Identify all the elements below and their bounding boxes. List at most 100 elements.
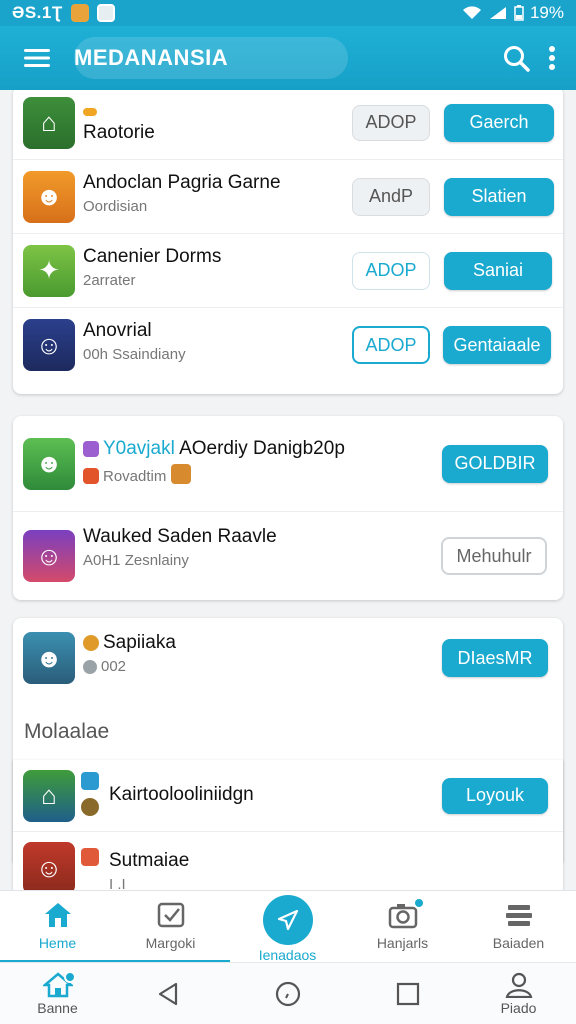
- tab-hanjarls[interactable]: Hanjarls: [345, 891, 460, 963]
- app-subtitle: A0H1 Zesnlainy: [83, 552, 189, 569]
- bottom-tab-bar: Heme Margoki Ienadaos Hanjarls Baiaden: [0, 890, 576, 963]
- app-name: Sapiiaka: [103, 632, 176, 653]
- list-item[interactable]: ☺ Anovrial 00h Ssaindiany ADOP Gentaiaal…: [13, 308, 563, 382]
- app-name: Wauked Saden Raavle: [83, 526, 277, 547]
- system-navigation: Banne Piado: [0, 962, 576, 1024]
- app-title: MEDANANSIA: [74, 45, 229, 70]
- primary-action-button[interactable]: DIaesMR: [442, 639, 548, 677]
- game-icon: ☺: [23, 319, 75, 371]
- checkbox-icon: [157, 902, 184, 928]
- cell-signal-icon: [489, 7, 506, 19]
- nav-overview-button[interactable]: [350, 963, 465, 1024]
- primary-action-button[interactable]: Loyouk: [442, 777, 548, 814]
- status-bar: ƏS.1Ʈ 19%: [0, 0, 576, 26]
- game-icon: ⌂: [23, 769, 75, 822]
- primary-action-button[interactable]: GOLDBIR: [442, 444, 548, 483]
- list-item[interactable]: ☻ Sapiiaka 002 DIaesMR: [13, 618, 563, 698]
- badge-icon: [83, 441, 99, 457]
- app-subtitle: 00h Ssaindiany: [83, 346, 186, 363]
- flame-icon: [83, 468, 99, 484]
- app-bar: MEDANANSIA: [0, 26, 576, 90]
- app-name: AOerdiy Danigb20p: [179, 438, 345, 459]
- tab-label: Hanjarls: [376, 935, 429, 951]
- app-name: Andoclan Pagria Garne: [83, 172, 281, 193]
- app-name: Canenier Dorms: [83, 246, 222, 267]
- app-name: Anovrial: [83, 320, 152, 341]
- game-thumb-icon: [170, 464, 191, 484]
- game-icon: ☺: [23, 530, 75, 582]
- list-item[interactable]: ☺ Wauked Saden Raavle A0H1 Zesnlainy Meh…: [13, 512, 563, 600]
- tab-home[interactable]: Heme: [0, 891, 115, 963]
- game-icon: ☻: [23, 437, 75, 490]
- tab-label: Ienadaos: [258, 947, 317, 963]
- nav-home-label: Banne: [37, 1000, 78, 1016]
- app-subtitle: 2arrater: [83, 272, 136, 289]
- list-item[interactable]: ☻ Y0avjakl AOerdiy Danigb20p Rovadtim GO…: [13, 416, 563, 512]
- adop-button[interactable]: ADOP: [352, 251, 430, 290]
- list-item[interactable]: ☻ Andoclan Pagria Garne Oordisian AndP S…: [13, 160, 563, 234]
- coin-icon: [83, 635, 99, 651]
- title-box: MEDANANSIA: [74, 37, 348, 79]
- primary-action-button[interactable]: Saniai: [444, 251, 552, 290]
- home-icon: [44, 903, 71, 927]
- search-icon[interactable]: [502, 44, 530, 72]
- game-icon: ✦: [23, 244, 75, 297]
- app-name: Raotorie: [83, 122, 155, 143]
- app-name: Sutmaiae: [109, 850, 190, 871]
- content-area: ⌂ Raotorie ADOP Gaerch ☻ Andoclan Pagria…: [0, 90, 576, 890]
- status-time: ƏS.1Ʈ: [12, 3, 63, 22]
- battery-percent: 19%: [529, 3, 564, 22]
- app-subtitle: I .I: [109, 876, 126, 890]
- list-item[interactable]: ☺ Sutmaiae I .I: [13, 832, 563, 890]
- tab-label: Baiaden: [492, 935, 545, 951]
- game-icon: ☻: [23, 170, 75, 223]
- back-triangle-icon: [158, 982, 177, 1006]
- hamburger-icon: [24, 49, 50, 67]
- adop-button[interactable]: ADOP: [352, 104, 430, 141]
- send-icon: [277, 909, 298, 931]
- adop-button[interactable]: AndP: [352, 177, 430, 216]
- app-list-card: ⌂ Raotorie ADOP Gaerch ☻ Andoclan Pagria…: [13, 90, 563, 394]
- nav-profile-label: Piado: [500, 1000, 537, 1016]
- more-apps-card: ⌂ Kairtoolooliniidgn Loyouk ☺ Sutmaiae I…: [13, 760, 563, 890]
- adop-button[interactable]: ADOP: [352, 326, 430, 364]
- list-item[interactable]: ⌂ Kairtoolooliniidgn Loyouk: [13, 760, 563, 832]
- nav-recent-button[interactable]: [230, 963, 345, 1024]
- nav-home-button[interactable]: Banne: [0, 963, 115, 1024]
- game-icon: ☻: [23, 632, 75, 684]
- list-item[interactable]: ⌂ Raotorie ADOP Gaerch: [13, 90, 563, 160]
- wifi-icon: [462, 6, 481, 20]
- app-name-highlight: Y0avjakl: [103, 438, 175, 459]
- notification-badge: [413, 897, 425, 909]
- primary-action-button[interactable]: Gentaiaale: [443, 326, 551, 364]
- tab-baiaden[interactable]: Baiaden: [461, 891, 576, 963]
- notification-badge: [64, 971, 76, 983]
- menu-button[interactable]: [0, 26, 74, 90]
- status-icon: [81, 848, 99, 866]
- more-vert-icon[interactable]: [548, 45, 556, 71]
- list-item[interactable]: ✦ Canenier Dorms 2arrater ADOP Saniai: [13, 234, 563, 308]
- game-icon: ☺: [23, 842, 75, 890]
- app-notification-icon: [70, 4, 89, 22]
- app-name: Kairtoolooliniidgn: [109, 784, 254, 805]
- primary-action-button[interactable]: Slatien: [444, 177, 554, 216]
- nav-profile-button[interactable]: Piado: [461, 963, 576, 1024]
- featured-card: ☻ Y0avjakl AOerdiy Danigb20p Rovadtim GO…: [13, 416, 563, 600]
- app-subtitle: Oordisian: [83, 198, 148, 215]
- secondary-action-button[interactable]: Mehuhulr: [441, 537, 547, 575]
- tab-ienadaos[interactable]: Ienadaos: [230, 891, 345, 963]
- battery-icon: [514, 5, 524, 21]
- status-icon: [81, 772, 99, 790]
- tab-label: Heme: [38, 935, 77, 951]
- primary-action-button[interactable]: Gaerch: [444, 103, 554, 142]
- nav-back-button[interactable]: [110, 963, 225, 1024]
- circle-icon: [275, 981, 300, 1007]
- section-heading: Molaalae: [24, 720, 110, 743]
- coin-icon: [83, 108, 97, 116]
- photo-notification-icon: [96, 4, 115, 22]
- person-icon: [505, 972, 532, 998]
- app-subtitle: Rovadtim: [103, 468, 167, 485]
- tab-margoki[interactable]: Margoki: [113, 891, 228, 963]
- game-icon: ⌂: [23, 96, 75, 149]
- stack-icon: [505, 905, 532, 926]
